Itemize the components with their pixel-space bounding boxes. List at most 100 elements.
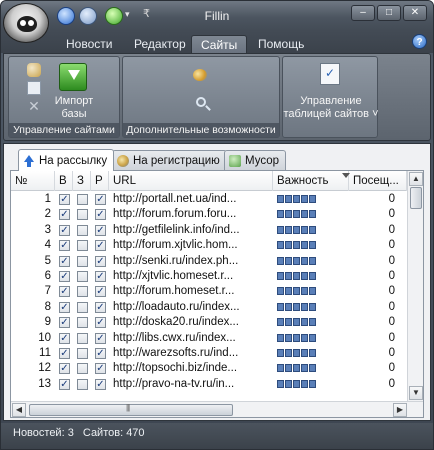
search-icon[interactable]: [196, 97, 206, 107]
checkbox-r[interactable]: ✓: [95, 209, 106, 221]
import-database-button[interactable]: Импорт базы: [53, 95, 95, 121]
horizontal-scroll-thumb[interactable]: [29, 403, 233, 416]
checkbox-r[interactable]: ✓: [95, 317, 106, 329]
site-url[interactable]: http://xjtvlic.homeset.r...: [111, 269, 269, 284]
checkbox-b[interactable]: ✓: [59, 332, 70, 344]
table-row[interactable]: 6 ✓ ✓ http://xjtvlic.homeset.r... 0: [11, 269, 407, 284]
scroll-left-icon[interactable]: ◀: [12, 403, 26, 417]
checkbox-z[interactable]: [77, 240, 88, 252]
checkbox-r[interactable]: ✓: [95, 224, 106, 236]
tab-registration[interactable]: На регистрацию: [112, 150, 227, 170]
checkbox-z[interactable]: [77, 378, 88, 390]
maximize-button[interactable]: □: [377, 5, 401, 21]
importance-rating[interactable]: [277, 195, 316, 203]
site-url[interactable]: http://forum.homeset.r...: [111, 284, 269, 299]
delete-site-icon[interactable]: ✕: [27, 99, 41, 113]
checkbox-z[interactable]: [77, 271, 88, 282]
checkbox-b[interactable]: ✓: [59, 363, 70, 375]
importance-rating[interactable]: [277, 287, 316, 296]
importance-rating[interactable]: [277, 272, 316, 280]
horizontal-scrollbar[interactable]: ◀ ▶: [11, 401, 423, 417]
importance-rating[interactable]: [277, 349, 316, 357]
table-row[interactable]: 2 ✓ ✓ http://forum.forum.foru... 0: [11, 207, 407, 222]
table-management-button[interactable]: Управление таблицей сайтов ˅: [283, 95, 379, 121]
importance-rating[interactable]: [277, 302, 316, 311]
importance-rating[interactable]: [277, 364, 316, 373]
checkbox-r[interactable]: ✓: [95, 301, 106, 313]
checkbox-z[interactable]: [77, 224, 88, 236]
importance-rating[interactable]: [277, 379, 316, 388]
site-url[interactable]: http://forum.xjtvlic.hom...: [111, 238, 269, 253]
checkbox-z[interactable]: [77, 286, 88, 298]
checkbox-b[interactable]: ✓: [59, 286, 70, 298]
users-icon[interactable]: [193, 69, 207, 81]
table-row[interactable]: 10 ✓ ✓ http://libs.cwx.ru/index... 0: [11, 331, 407, 346]
checkbox-b[interactable]: ✓: [59, 348, 70, 359]
tab-trash[interactable]: Мусор: [224, 150, 287, 170]
checkbox-z[interactable]: [77, 348, 88, 359]
edit-site-icon[interactable]: [27, 81, 41, 95]
checkbox-b[interactable]: ✓: [59, 209, 70, 221]
vertical-scrollbar[interactable]: ▲ ▼: [407, 171, 423, 401]
app-menu-button[interactable]: [3, 3, 49, 43]
checkbox-b[interactable]: ✓: [59, 240, 70, 252]
vertical-scroll-thumb[interactable]: [410, 187, 422, 209]
table-row[interactable]: 12 ✓ ✓ http://topsochi.biz/inde... 0: [11, 361, 407, 376]
import-database-icon[interactable]: [59, 63, 87, 91]
tab-help[interactable]: Помощь: [249, 35, 313, 53]
table-row[interactable]: 3 ✓ ✓ http://getfilelink.info/ind... 0: [11, 223, 407, 238]
checkbox-r[interactable]: ✓: [95, 271, 106, 282]
checkbox-r[interactable]: ✓: [95, 332, 106, 344]
site-url[interactable]: http://forum.forum.foru...: [111, 207, 269, 222]
header-num[interactable]: №: [11, 171, 55, 191]
importance-rating[interactable]: [277, 256, 316, 265]
checkbox-b[interactable]: ✓: [59, 317, 70, 329]
header-visits[interactable]: Посещ...: [349, 171, 407, 191]
table-row[interactable]: 8 ✓ ✓ http://loadauto.ru/index... 0: [11, 300, 407, 315]
table-row[interactable]: 11 ✓ ✓ http://warezsofts.ru/ind... 0: [11, 346, 407, 361]
site-url[interactable]: http://libs.cwx.ru/index...: [111, 331, 269, 346]
importance-rating[interactable]: [277, 210, 316, 219]
checkbox-r[interactable]: ✓: [95, 240, 106, 252]
site-url[interactable]: http://pravo-na-tv.ru/in...: [111, 377, 269, 392]
table-row[interactable]: 5 ✓ ✓ http://senki.ru/index.ph... 0: [11, 254, 407, 269]
checkbox-r[interactable]: ✓: [95, 286, 106, 298]
tab-editor[interactable]: Редактор: [125, 35, 195, 53]
minimize-button[interactable]: –: [351, 5, 375, 21]
header-b[interactable]: В: [55, 171, 73, 191]
site-url[interactable]: http://warezsofts.ru/ind...: [111, 346, 269, 361]
tab-mailing[interactable]: На рассылку: [18, 149, 115, 171]
checkbox-z[interactable]: [77, 332, 88, 344]
site-url[interactable]: http://getfilelink.info/ind...: [111, 223, 269, 238]
checkbox-z[interactable]: [77, 301, 88, 313]
header-url[interactable]: URL: [109, 171, 273, 191]
checkbox-r[interactable]: ✓: [95, 363, 106, 375]
importance-rating[interactable]: [277, 241, 316, 250]
checkbox-z[interactable]: [77, 363, 88, 375]
table-row[interactable]: 13 ✓ ✓ http://pravo-na-tv.ru/in... 0: [11, 377, 407, 392]
close-button[interactable]: ✕: [403, 5, 427, 21]
table-row[interactable]: 9 ✓ ✓ http://doska20.ru/index... 0: [11, 315, 407, 330]
scroll-down-icon[interactable]: ▼: [409, 386, 423, 400]
scroll-up-icon[interactable]: ▲: [409, 172, 423, 186]
help-icon[interactable]: ?: [412, 34, 427, 49]
importance-rating[interactable]: [277, 333, 316, 342]
add-site-icon[interactable]: [27, 63, 41, 77]
checkbox-z[interactable]: [77, 194, 88, 205]
header-r[interactable]: Р: [91, 171, 109, 191]
table-settings-icon[interactable]: [320, 63, 340, 85]
checkbox-b[interactable]: ✓: [59, 271, 70, 282]
checkbox-r[interactable]: ✓: [95, 255, 106, 267]
tab-sites[interactable]: Сайты: [191, 35, 248, 53]
checkbox-b[interactable]: ✓: [59, 378, 70, 390]
importance-rating[interactable]: [277, 318, 316, 327]
checkbox-b[interactable]: ✓: [59, 255, 70, 267]
site-url[interactable]: http://senki.ru/index.ph...: [111, 254, 269, 269]
checkbox-z[interactable]: [77, 209, 88, 221]
table-row[interactable]: 7 ✓ ✓ http://forum.homeset.r... 0: [11, 284, 407, 299]
header-z[interactable]: З: [73, 171, 91, 191]
header-importance[interactable]: Важность: [273, 171, 349, 191]
table-row[interactable]: 4 ✓ ✓ http://forum.xjtvlic.hom... 0: [11, 238, 407, 253]
site-url[interactable]: http://portall.net.ua/ind...: [111, 192, 269, 207]
checkbox-r[interactable]: ✓: [95, 194, 106, 205]
